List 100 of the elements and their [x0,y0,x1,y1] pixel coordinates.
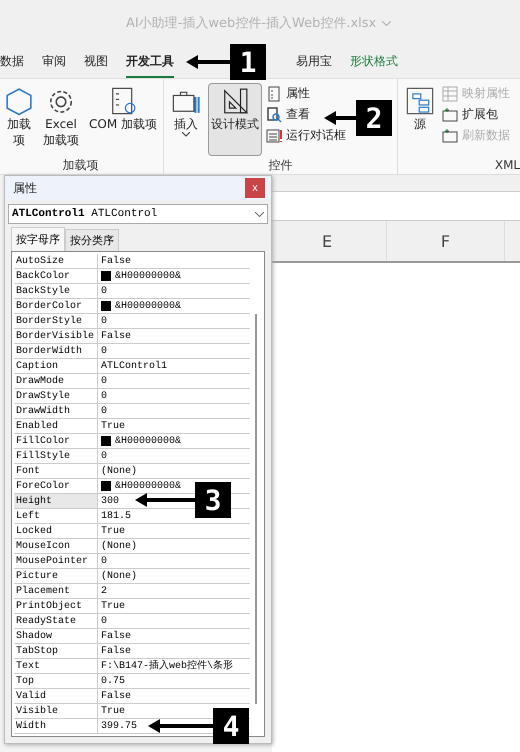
property-name[interactable]: BorderVisible [14,329,98,343]
property-value[interactable]: 399.75 [98,719,138,733]
close-button[interactable]: x [245,178,265,198]
ribbon-button[interactable]: COM 加载项 [86,83,160,156]
property-value[interactable]: True [98,524,126,538]
property-name[interactable]: MousePointer [14,554,98,568]
property-value[interactable]: 2 [98,584,108,598]
property-value[interactable]: (None) [98,569,138,583]
property-value[interactable]: 0 [98,449,108,463]
property-value[interactable]: False [98,329,132,343]
ribbon-tab[interactable]: 审阅 [42,53,66,78]
callout-number: 1 [230,44,266,80]
property-value[interactable]: (None) [98,539,138,553]
property-name[interactable]: Font [14,464,98,478]
property-value[interactable]: F:\B147-插入web控件\条形 [98,659,234,673]
column-header[interactable]: E [268,221,387,261]
property-name[interactable]: FillStyle [14,449,98,463]
scrollbar[interactable] [255,314,257,704]
tree-icon [405,86,435,116]
property-name[interactable]: Caption [14,359,98,373]
ribbon-tab[interactable]: 易用宝 [296,53,332,78]
property-name[interactable]: Width [14,719,98,733]
ribbon-button[interactable]: 设计模式 [208,83,262,156]
callout-number: 2 [356,100,392,136]
property-name[interactable]: AutoSize [14,254,98,268]
property-value[interactable]: 0 [98,389,108,403]
grid-icon [442,86,458,102]
property-name[interactable]: Left [14,509,98,523]
arrow-icon [186,55,230,69]
arrow-icon [324,111,356,125]
property-name[interactable]: Valid [14,689,98,703]
property-name[interactable]: Placement [14,584,98,598]
property-name[interactable]: DrawWidth [14,404,98,418]
ribbon-button[interactable]: 扩展包 [442,106,498,123]
property-value[interactable]: 0 [98,344,108,358]
ribbon-button[interactable]: 运行对话框 [266,127,346,144]
property-value[interactable]: 0 [98,314,108,328]
property-name[interactable]: TabStop [14,644,98,658]
ribbon-button[interactable]: 插入 [168,83,204,156]
dialog-icon [266,128,282,144]
arrow-icon [135,493,195,507]
ribbon-button[interactable]: Excel 加载项 [40,83,82,156]
ribbon-button[interactable]: 属性 [266,85,310,102]
group-label: 控件 [268,157,294,174]
property-name[interactable]: ForeColor [14,479,98,493]
property-name[interactable]: BorderColor [14,299,98,313]
property-value[interactable]: 181.5 [98,509,132,523]
property-name[interactable]: Visible [14,704,98,718]
property-name[interactable]: DrawMode [14,374,98,388]
property-name[interactable]: Height [14,494,98,508]
property-value[interactable]: (None) [98,464,138,478]
property-name[interactable]: PrintObject [14,599,98,613]
ribbon-button[interactable]: 查看 [266,106,310,123]
property-name[interactable]: Enabled [14,419,98,433]
property-value[interactable]: False [98,629,132,643]
ribbon-button[interactable]: 加载项 [2,83,36,156]
property-value[interactable]: &H00000000& [98,299,182,313]
property-name[interactable]: BackColor [14,269,98,283]
ribbon-tab[interactable]: 视图 [84,53,108,78]
property-name[interactable]: ReadyState [14,614,98,628]
property-name[interactable]: Locked [14,524,98,538]
property-value[interactable]: 0 [98,554,108,568]
property-value[interactable]: 0 [98,614,108,628]
property-value[interactable]: &H00000000& [98,269,182,283]
property-value[interactable]: 300 [98,494,120,508]
arrow-icon [148,719,213,733]
property-name[interactable]: BackStyle [14,284,98,298]
callout-number: 3 [195,482,231,518]
group-label: XML [494,157,520,174]
property-name[interactable]: FillColor [14,434,98,448]
property-value[interactable]: 0 [98,284,108,298]
property-value[interactable]: True [98,704,126,718]
property-name[interactable]: Picture [14,569,98,583]
column-header[interactable]: F [387,221,505,261]
dialog-tab[interactable]: 按分类序 [65,229,119,251]
property-value[interactable]: False [98,689,132,703]
property-name[interactable]: MouseIcon [14,539,98,553]
ribbon-button[interactable]: 源 [402,83,438,156]
object-dropdown[interactable]: ATLControl1 ATLControl [8,204,268,224]
property-name[interactable]: Top [14,674,98,688]
property-name[interactable]: Text [14,659,98,673]
property-name[interactable]: BorderWidth [14,344,98,358]
property-value[interactable]: &H00000000& [98,479,182,493]
property-name[interactable]: BorderStyle [14,314,98,328]
property-value[interactable]: 0 [98,374,108,388]
ribbon-tab[interactable]: 形状格式 [350,53,398,78]
property-value[interactable]: False [98,644,132,658]
property-value[interactable]: True [98,419,126,433]
property-value[interactable]: False [98,254,132,268]
property-name[interactable]: Shadow [14,629,98,643]
property-value[interactable]: True [98,599,126,613]
dialog-tab[interactable]: 按字母序 [11,227,65,251]
property-name[interactable]: DrawStyle [14,389,98,403]
property-value[interactable]: 0.75 [98,674,126,688]
property-value[interactable]: ATLControl1 [98,359,168,373]
property-value[interactable]: &H00000000& [98,434,182,448]
property-value[interactable]: 0 [98,404,108,418]
window-title: AI小助理-插入web控件-插入Web控件.xlsx [126,15,376,32]
list-icon [266,86,282,102]
ribbon-tab[interactable]: 数据 [0,53,24,78]
